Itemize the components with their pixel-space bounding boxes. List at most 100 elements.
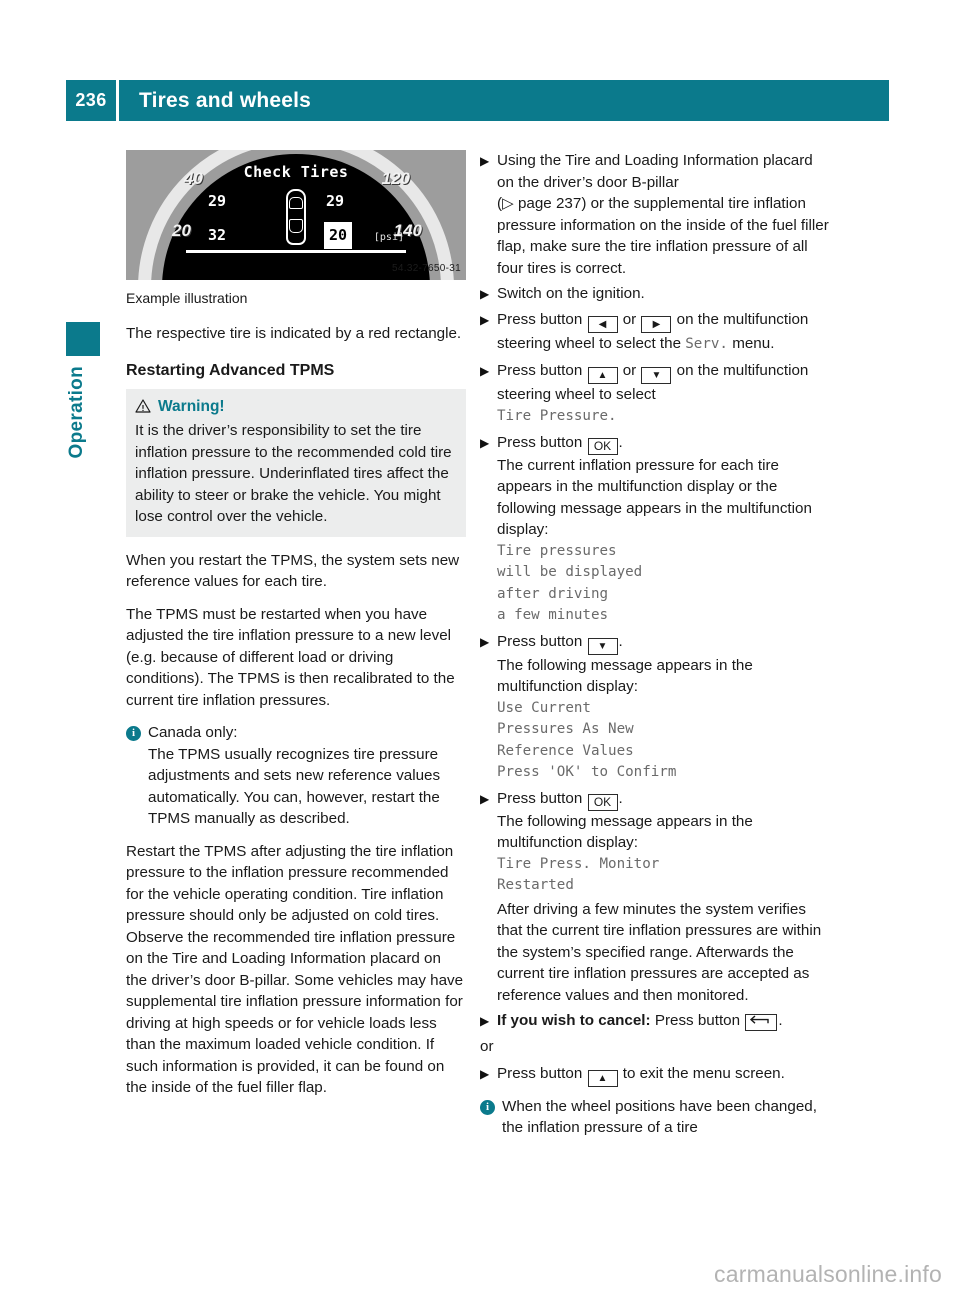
page-reference-link[interactable]: page 237 <box>514 195 581 212</box>
display-line: Use Current <box>497 699 591 716</box>
menu-name-tire-pressure: Tire Pressure. <box>497 408 617 424</box>
menu-name-serv: Serv. <box>685 336 728 352</box>
up-arrow-button-icon[interactable]: ▲ <box>587 366 618 384</box>
display-line: will be displayed <box>497 564 643 580</box>
pressure-rear-left: 32 <box>208 225 227 244</box>
display-baseline <box>186 250 406 253</box>
step-exit-menu: ▶ Press button ▲ to exit the menu screen… <box>480 1063 830 1087</box>
note-canada-title: Canada only: <box>148 724 238 741</box>
figure-instrument-cluster: 40 20 120 140 Check Tires 29 29 32 20 [p… <box>126 150 466 310</box>
display-line: Tire pressures <box>497 542 617 559</box>
note-canada-body: The TPMS usually recognizes tire pressur… <box>148 745 441 828</box>
bullet-icon: ▶ <box>480 1066 490 1081</box>
step-press-ok-confirm: ▶ Press button OK. The following message… <box>480 788 830 1007</box>
step-select-tire-pressure: ▶ Press button ▲ or ▼ on the multifuncti… <box>480 360 830 428</box>
or-separator: or <box>480 1038 494 1055</box>
paragraph-restart-after-adjusting: Restart the TPMS after adjusting the tir… <box>126 842 464 1097</box>
ok-button-icon[interactable]: OK <box>587 437 618 455</box>
pressure-rear-right-highlighted: 20 <box>323 221 352 249</box>
step9-pre: Press button <box>497 1064 587 1082</box>
section-tab: Operation <box>66 322 100 458</box>
info-icon: i <box>480 1099 495 1115</box>
step4-pre: Press button <box>497 361 587 379</box>
step5-body: The current inflation pressure for each … <box>497 456 812 539</box>
display-line: Pressures As New <box>497 721 634 737</box>
paragraph-must-restart: The TPMS must be restarted when you have… <box>126 605 455 709</box>
bullet-icon: ▶ <box>480 154 490 168</box>
step-press-ok-first: ▶ Press button OK. The current inflation… <box>480 432 830 627</box>
step8-post: . <box>778 1012 783 1029</box>
step6-body: The following message appears in the mul… <box>497 656 753 696</box>
step2-text: Switch on the ignition. <box>497 285 645 302</box>
step9-post: to exit the menu screen. <box>618 1064 785 1082</box>
down-arrow-button-icon[interactable]: ▼ <box>587 637 618 655</box>
ok-button-icon[interactable]: OK <box>587 793 618 811</box>
step1-text-a: Using the Tire and Loading Information p… <box>497 152 813 191</box>
subheading-restarting-tpms: Restarting Advanced TPMS <box>126 362 335 379</box>
page-reference-arrow-icon: ▷ <box>502 195 514 212</box>
page-title: Tires and wheels <box>139 88 312 112</box>
step-verify-placard: ▶ Using the Tire and Loading Information… <box>480 150 830 279</box>
note-canada-only: i Canada only: The TPMS usually recogniz… <box>126 722 466 830</box>
display-message-3: Tire Press. Monitor Restarted <box>497 854 830 897</box>
display-line: Tire Press. Monitor <box>497 855 660 872</box>
step3-pre: Press button <box>497 311 587 328</box>
up-arrow-button-icon[interactable]: ▲ <box>587 1069 618 1087</box>
display-line: Reference Values <box>497 742 634 759</box>
display-line: after driving <box>497 585 609 602</box>
step7-body: The following message appears in the mul… <box>497 812 753 852</box>
bullet-icon: ▶ <box>480 634 490 649</box>
step6-post: . <box>618 632 623 650</box>
step7-after-text: After driving a few minutes the system v… <box>497 900 822 1004</box>
bullet-icon: ▶ <box>480 1014 490 1028</box>
warning-body: It is the driver’s responsibility to set… <box>135 422 452 525</box>
step8-lead: If you wish to cancel: <box>497 1012 651 1029</box>
pressure-front-right: 29 <box>325 191 344 210</box>
right-arrow-button-icon[interactable]: ▶ <box>641 316 672 333</box>
page-number: 236 <box>75 90 107 110</box>
note-wheel-positions: i When the wheel positions have been cha… <box>480 1096 830 1139</box>
step6-pre: Press button <box>497 632 587 650</box>
section-tab-swatch <box>66 322 100 356</box>
display-line: Restarted <box>497 877 574 893</box>
site-watermark: carmanualsonline.info <box>714 1261 942 1287</box>
page-header: 236 Tires and wheels <box>66 80 889 121</box>
info-icon: i <box>126 726 141 741</box>
note-wheel-positions-body: When the wheel positions have been chang… <box>502 1097 817 1137</box>
section-tab-label: Operation <box>66 366 87 459</box>
cluster-image: 40 20 120 140 Check Tires 29 29 32 20 [p… <box>126 150 466 280</box>
step-switch-ignition: ▶ Switch on the ignition. <box>480 283 830 305</box>
step-press-down-arrow: ▶ Press button ▼. The following message … <box>480 631 830 784</box>
paragraph-restart: When you restart the TPMS, the system se… <box>126 551 460 591</box>
bullet-icon: ▶ <box>480 791 490 806</box>
bullet-icon: ▶ <box>480 313 490 327</box>
display-line: a few minutes <box>497 607 609 623</box>
step5-pre: Press button <box>497 433 587 451</box>
bullet-icon: ▶ <box>480 287 490 301</box>
step7-pre: Press button <box>497 789 587 807</box>
step5-post: . <box>618 433 623 451</box>
bullet-icon: ▶ <box>480 363 490 378</box>
warning-box: Warning! It is the driver’s responsibili… <box>126 388 466 537</box>
step3-tail: menu. <box>727 335 775 352</box>
bullet-icon: ▶ <box>480 435 490 450</box>
step4-or: or <box>618 361 641 379</box>
left-column: 40 20 120 140 Check Tires 29 29 32 20 [p… <box>126 150 466 1110</box>
left-arrow-button-icon[interactable]: ◀ <box>587 316 618 333</box>
warning-triangle-icon <box>135 399 151 413</box>
speed-label-20: 20 <box>172 221 191 240</box>
display-message-1: Tire pressures will be displayed after d… <box>497 541 830 627</box>
display-heading: Check Tires <box>243 163 349 181</box>
figure-caption: Example illustration <box>126 290 248 306</box>
back-button-icon[interactable] <box>745 1014 778 1031</box>
intro-paragraph: The respective tire is indicated by a re… <box>126 324 462 342</box>
vehicle-top-view-icon <box>285 188 307 245</box>
pressure-front-left: 29 <box>208 191 227 210</box>
step3-or: or <box>618 311 641 328</box>
step-select-serv-menu: ▶ Press button ◀ or ▶ on the multifuncti… <box>480 309 830 356</box>
right-column: ▶ Using the Tire and Loading Information… <box>480 150 830 1150</box>
down-arrow-button-icon[interactable]: ▼ <box>641 366 672 384</box>
multifunction-display: Check Tires 29 29 32 20 [psi] <box>196 162 404 249</box>
display-message-2: Use Current Pressures As New Reference V… <box>497 698 830 784</box>
figure-code: 54.32-7650-31 <box>392 262 461 274</box>
